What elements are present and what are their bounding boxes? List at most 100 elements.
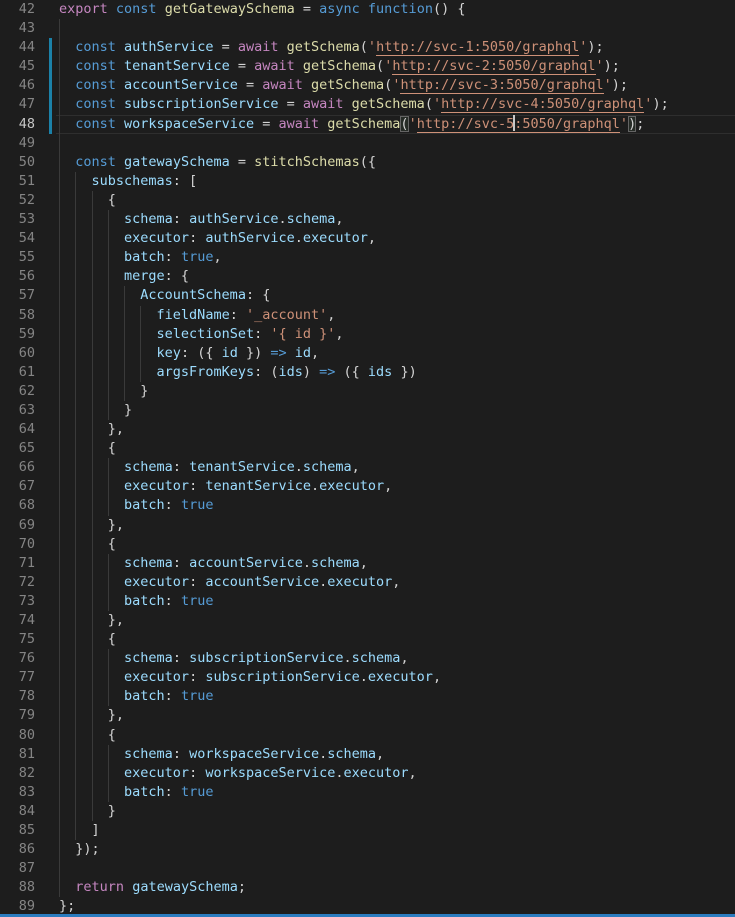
code-line[interactable]: 66 schema: tenantService.schema, <box>0 458 735 477</box>
line-number[interactable]: 50 <box>0 153 35 172</box>
line-number[interactable]: 73 <box>0 592 35 611</box>
code-line[interactable]: 70 { <box>0 535 735 554</box>
line-number[interactable]: 79 <box>0 706 35 725</box>
url-link[interactable]: http://svc-1:5050/graphql <box>376 39 579 56</box>
line-number[interactable]: 85 <box>0 821 35 840</box>
code-line[interactable]: 64 }, <box>0 420 735 439</box>
code-line[interactable]: 74 }, <box>0 611 735 630</box>
code-line[interactable]: 58 fieldName: '_account', <box>0 306 735 325</box>
line-number[interactable]: 57 <box>0 286 35 305</box>
line-number[interactable]: 54 <box>0 229 35 248</box>
line-number[interactable]: 51 <box>0 172 35 191</box>
code-line[interactable]: 72 executor: accountService.executor, <box>0 573 735 592</box>
code-line[interactable]: 78 batch: true <box>0 687 735 706</box>
line-number[interactable]: 80 <box>0 726 35 745</box>
line-number[interactable]: 66 <box>0 458 35 477</box>
line-number[interactable]: 67 <box>0 477 35 496</box>
code-line[interactable]: 80 { <box>0 726 735 745</box>
code-line[interactable]: 60 key: ({ id }) => id, <box>0 344 735 363</box>
line-number[interactable]: 87 <box>0 859 35 878</box>
code-line[interactable]: 54 executor: authService.executor, <box>0 229 735 248</box>
line-number[interactable]: 49 <box>0 134 35 153</box>
line-number[interactable]: 52 <box>0 191 35 210</box>
line-number[interactable]: 65 <box>0 439 35 458</box>
line-number[interactable]: 63 <box>0 401 35 420</box>
code-line[interactable]: 88 return gatewaySchema; <box>0 878 735 897</box>
line-number[interactable]: 83 <box>0 783 35 802</box>
code-line[interactable]: 65 { <box>0 439 735 458</box>
code-line[interactable]: 52 { <box>0 191 735 210</box>
line-number[interactable]: 86 <box>0 840 35 859</box>
code-line[interactable]: 45 const tenantService = await getSchema… <box>0 57 735 76</box>
code-line[interactable]: 48 const workspaceService = await getSch… <box>0 115 735 134</box>
line-number[interactable]: 77 <box>0 668 35 687</box>
line-number[interactable]: 70 <box>0 535 35 554</box>
code-line[interactable]: 84 } <box>0 802 735 821</box>
code-line[interactable]: 46 const accountService = await getSchem… <box>0 76 735 95</box>
line-number[interactable]: 56 <box>0 267 35 286</box>
code-line[interactable]: 85 ] <box>0 821 735 840</box>
code-line[interactable]: 76 schema: subscriptionService.schema, <box>0 649 735 668</box>
line-number[interactable]: 68 <box>0 496 35 515</box>
code-line[interactable]: 49 <box>0 134 735 153</box>
code-line[interactable]: 63 } <box>0 401 735 420</box>
code-line[interactable]: 61 argsFromKeys: (ids) => ({ ids }) <box>0 363 735 382</box>
line-number[interactable]: 58 <box>0 306 35 325</box>
line-number[interactable]: 75 <box>0 630 35 649</box>
line-number[interactable]: 88 <box>0 878 35 897</box>
url-link[interactable]: http://svc-2:5050/graphql <box>392 58 595 75</box>
line-number[interactable]: 48 <box>0 115 35 134</box>
code-line[interactable]: 50 const gatewaySchema = stitchSchemas({ <box>0 153 735 172</box>
code-line[interactable]: 86 }); <box>0 840 735 859</box>
code-line[interactable]: 51 subschemas: [ <box>0 172 735 191</box>
code-line[interactable]: 69 }, <box>0 516 735 535</box>
line-number[interactable]: 59 <box>0 325 35 344</box>
code-line[interactable]: 83 batch: true <box>0 783 735 802</box>
code-line[interactable]: 44 const authService = await getSchema('… <box>0 38 735 57</box>
code-line[interactable]: 55 batch: true, <box>0 248 735 267</box>
line-number[interactable]: 76 <box>0 649 35 668</box>
line-number[interactable]: 53 <box>0 210 35 229</box>
code-editor[interactable]: 42export const getGatewaySchema = async … <box>0 0 735 917</box>
line-number[interactable]: 44 <box>0 38 35 57</box>
url-link[interactable]: :5050/graphql <box>514 116 620 133</box>
code-line[interactable]: 53 schema: authService.schema, <box>0 210 735 229</box>
code-line[interactable]: 43 <box>0 19 735 38</box>
line-number[interactable]: 84 <box>0 802 35 821</box>
line-number[interactable]: 61 <box>0 363 35 382</box>
code-line[interactable]: 79 }, <box>0 706 735 725</box>
line-number[interactable]: 81 <box>0 745 35 764</box>
code-line[interactable]: 47 const subscriptionService = await get… <box>0 95 735 114</box>
code-line[interactable]: 71 schema: accountService.schema, <box>0 554 735 573</box>
code-line[interactable]: 59 selectionSet: '{ id }', <box>0 325 735 344</box>
url-link[interactable]: http://svc-4:5050/graphql <box>441 96 644 113</box>
line-number[interactable]: 78 <box>0 687 35 706</box>
line-number[interactable]: 42 <box>0 0 35 19</box>
line-number[interactable]: 74 <box>0 611 35 630</box>
line-number[interactable]: 46 <box>0 76 35 95</box>
code-line[interactable]: 81 schema: workspaceService.schema, <box>0 745 735 764</box>
code-line[interactable]: 67 executor: tenantService.executor, <box>0 477 735 496</box>
line-number[interactable]: 55 <box>0 248 35 267</box>
line-number[interactable]: 71 <box>0 554 35 573</box>
line-number[interactable]: 43 <box>0 19 35 38</box>
code-line[interactable]: 75 { <box>0 630 735 649</box>
code-line[interactable]: 56 merge: { <box>0 267 735 286</box>
code-line[interactable]: 77 executor: subscriptionService.executo… <box>0 668 735 687</box>
code-line[interactable]: 82 executor: workspaceService.executor, <box>0 764 735 783</box>
line-number[interactable]: 62 <box>0 382 35 401</box>
code-line[interactable]: 42export const getGatewaySchema = async … <box>0 0 735 19</box>
line-number[interactable]: 60 <box>0 344 35 363</box>
url-link[interactable]: http://svc-3:5050/graphql <box>400 77 603 94</box>
line-number[interactable]: 64 <box>0 420 35 439</box>
code-line[interactable]: 68 batch: true <box>0 496 735 515</box>
line-number[interactable]: 82 <box>0 764 35 783</box>
line-number[interactable]: 72 <box>0 573 35 592</box>
url-link[interactable]: http://svc-5 <box>417 116 515 133</box>
line-number[interactable]: 47 <box>0 95 35 114</box>
code-line[interactable]: 62 } <box>0 382 735 401</box>
code-line[interactable]: 87 <box>0 859 735 878</box>
code-line[interactable]: 73 batch: true <box>0 592 735 611</box>
code-line[interactable]: 57 AccountSchema: { <box>0 286 735 305</box>
line-number[interactable]: 69 <box>0 516 35 535</box>
